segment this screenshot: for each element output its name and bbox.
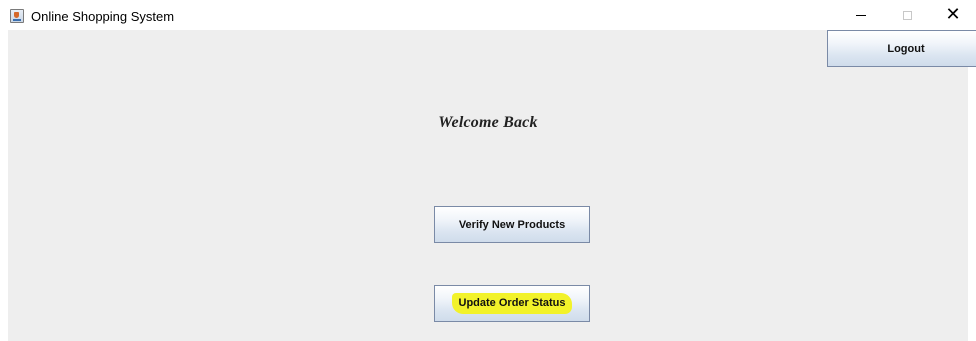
minimize-icon bbox=[856, 14, 866, 16]
logout-button[interactable]: Logout bbox=[827, 30, 976, 67]
update-order-status-button[interactable]: Update Order Status bbox=[434, 285, 590, 322]
update-order-status-label: Update Order Status bbox=[452, 294, 572, 313]
app-window: Online Shopping System ✕ Logout Welcome … bbox=[0, 0, 976, 341]
verify-new-products-label: Verify New Products bbox=[458, 218, 566, 231]
maximize-icon bbox=[902, 10, 912, 20]
title-bar[interactable]: Online Shopping System ✕ bbox=[0, 0, 976, 30]
close-icon: ✕ bbox=[945, 4, 961, 25]
main-panel: Logout Welcome Back Verify New Products … bbox=[8, 30, 976, 341]
logout-button-label: Logout bbox=[887, 42, 925, 55]
java-app-icon bbox=[10, 9, 24, 23]
maximize-button[interactable] bbox=[884, 0, 930, 30]
minimize-button[interactable] bbox=[838, 0, 884, 30]
welcome-heading: Welcome Back bbox=[438, 114, 538, 131]
verify-new-products-button[interactable]: Verify New Products bbox=[434, 206, 590, 243]
close-button[interactable]: ✕ bbox=[930, 0, 976, 30]
window-title: Online Shopping System bbox=[31, 9, 175, 24]
